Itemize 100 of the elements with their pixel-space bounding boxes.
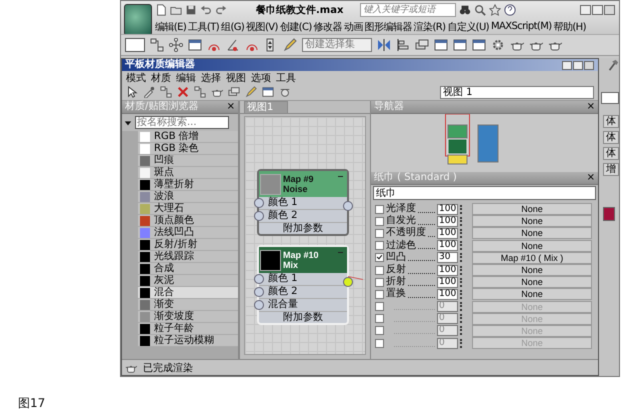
- output-socket[interactable]: [343, 201, 353, 211]
- command-button[interactable]: 增: [603, 163, 619, 176]
- checkbox[interactable]: [375, 266, 384, 275]
- angle-snap-icon[interactable]: [226, 38, 240, 52]
- menu-item[interactable]: 视图(V): [246, 20, 278, 34]
- list-item[interactable]: 法线凹凸: [138, 227, 238, 239]
- list-item[interactable]: 大理石: [138, 203, 238, 215]
- command-button[interactable]: 体: [603, 115, 619, 128]
- app-logo-button[interactable]: [124, 4, 152, 36]
- list-item[interactable]: RGB 染色: [138, 143, 238, 155]
- map-button[interactable]: None: [472, 227, 592, 240]
- list-item[interactable]: 混合: [138, 287, 238, 299]
- menu-item[interactable]: 组(G): [221, 20, 244, 34]
- undo-icon[interactable]: [200, 4, 212, 16]
- amount-field[interactable]: 30: [437, 252, 458, 264]
- menu-item[interactable]: 动画: [344, 20, 363, 34]
- checkbox[interactable]: [375, 228, 384, 238]
- binoculars-icon[interactable]: [459, 4, 472, 16]
- amount-field[interactable]: 100: [437, 288, 458, 300]
- amount-field[interactable]: 100: [437, 204, 458, 215]
- checkbox[interactable]: [375, 216, 384, 226]
- list-item[interactable]: RGB 倍增: [138, 131, 238, 143]
- map-button[interactable]: None: [472, 203, 592, 216]
- dropdown[interactable]: [601, 92, 619, 104]
- close-button[interactable]: ×: [586, 101, 595, 113]
- star-icon[interactable]: [489, 4, 502, 16]
- list-item[interactable]: 合成: [138, 263, 238, 275]
- amount-field[interactable]: 100: [437, 264, 458, 276]
- command-button[interactable]: 体: [603, 147, 619, 160]
- list-item[interactable]: 顶点颜色: [138, 215, 238, 227]
- checkbox[interactable]: [375, 253, 384, 262]
- close-button[interactable]: ×: [226, 101, 235, 113]
- map-button[interactable]: None: [472, 288, 592, 300]
- window-icon[interactable]: [434, 38, 448, 52]
- list-item[interactable]: 灰泥: [138, 275, 238, 287]
- menu-item[interactable]: 工具: [276, 70, 296, 84]
- eyedropper-icon[interactable]: [143, 86, 155, 98]
- color-swatch[interactable]: [603, 207, 615, 221]
- amount-field[interactable]: 100: [437, 228, 458, 239]
- map-button[interactable]: None: [472, 215, 592, 228]
- new-file-icon[interactable]: [155, 4, 167, 16]
- save-icon[interactable]: [185, 4, 197, 16]
- collapse-icon[interactable]: [124, 118, 132, 126]
- minimize-button[interactable]: [580, 5, 591, 15]
- menu-item[interactable]: 选择: [201, 70, 221, 84]
- menu-item[interactable]: 创建(C): [280, 20, 312, 34]
- search-icon[interactable]: [474, 4, 486, 16]
- pointer-icon[interactable]: [126, 86, 138, 98]
- window-icon[interactable]: [262, 86, 274, 98]
- selection-set-dropdown[interactable]: 创建选择集: [302, 38, 372, 52]
- node-footer[interactable]: 附加参数: [259, 223, 347, 234]
- list-item[interactable]: 斑点: [138, 167, 238, 179]
- view-dropdown[interactable]: 视图 1: [440, 86, 594, 98]
- list-item[interactable]: 粒子年龄: [138, 323, 238, 335]
- move-icon[interactable]: [169, 38, 183, 52]
- menu-item[interactable]: 选项: [251, 70, 271, 84]
- map-button[interactable]: None: [472, 264, 592, 276]
- menu-item[interactable]: 工具(T): [188, 20, 220, 34]
- amount-field[interactable]: 100: [437, 240, 458, 252]
- search-field[interactable]: 按名称搜索...: [135, 116, 229, 129]
- menu-item[interactable]: 模式: [126, 70, 146, 84]
- material-name-field[interactable]: 纸巾: [373, 186, 596, 200]
- gear-icon[interactable]: [491, 38, 505, 52]
- link-icon[interactable]: [150, 38, 164, 52]
- window-icon[interactable]: [188, 38, 202, 52]
- list-item[interactable]: 反射/折射: [138, 239, 238, 251]
- nodes-icon[interactable]: [160, 86, 172, 98]
- menu-item[interactable]: MAXScript(M): [490, 21, 552, 32]
- help-icon[interactable]: [504, 4, 516, 16]
- layers-icon[interactable]: [415, 38, 429, 52]
- search-field[interactable]: 键入关键字或短语: [360, 3, 456, 17]
- amount-field[interactable]: 100: [437, 216, 458, 227]
- amount-field[interactable]: 100: [437, 276, 458, 288]
- list-item[interactable]: 薄壁折射: [138, 179, 238, 191]
- minimize-button[interactable]: [562, 60, 572, 70]
- close-button[interactable]: ×: [586, 172, 595, 184]
- map-button[interactable]: None: [472, 276, 592, 288]
- checkbox[interactable]: [375, 278, 384, 287]
- menu-item[interactable]: 自定义(U): [447, 20, 489, 34]
- maximize-button[interactable]: [573, 60, 583, 70]
- output-socket[interactable]: [343, 277, 353, 287]
- window-icon[interactable]: [453, 38, 467, 52]
- checkbox[interactable]: [375, 204, 384, 214]
- hammer-icon[interactable]: [607, 59, 619, 71]
- layers-icon[interactable]: [228, 86, 240, 98]
- map-button[interactable]: Map #10 ( Mix ): [472, 252, 592, 264]
- open-folder-icon[interactable]: [170, 4, 182, 16]
- list-item[interactable]: 渐变坡度: [138, 311, 238, 323]
- pencil-icon[interactable]: [245, 86, 257, 98]
- menu-item[interactable]: 编辑(E): [155, 20, 186, 34]
- pencil-icon[interactable]: [283, 38, 297, 52]
- checkbox[interactable]: [375, 241, 384, 250]
- list-item[interactable]: 光线跟踪: [138, 251, 238, 263]
- map-button[interactable]: None: [472, 240, 592, 252]
- menu-item[interactable]: 图形编辑器: [364, 20, 412, 34]
- mirror-icon[interactable]: [377, 38, 391, 52]
- list-item[interactable]: 粒子运动模糊: [138, 335, 238, 347]
- menu-item[interactable]: 修改器: [314, 20, 342, 34]
- list-item[interactable]: 波浪: [138, 191, 238, 203]
- checkbox[interactable]: [375, 290, 384, 299]
